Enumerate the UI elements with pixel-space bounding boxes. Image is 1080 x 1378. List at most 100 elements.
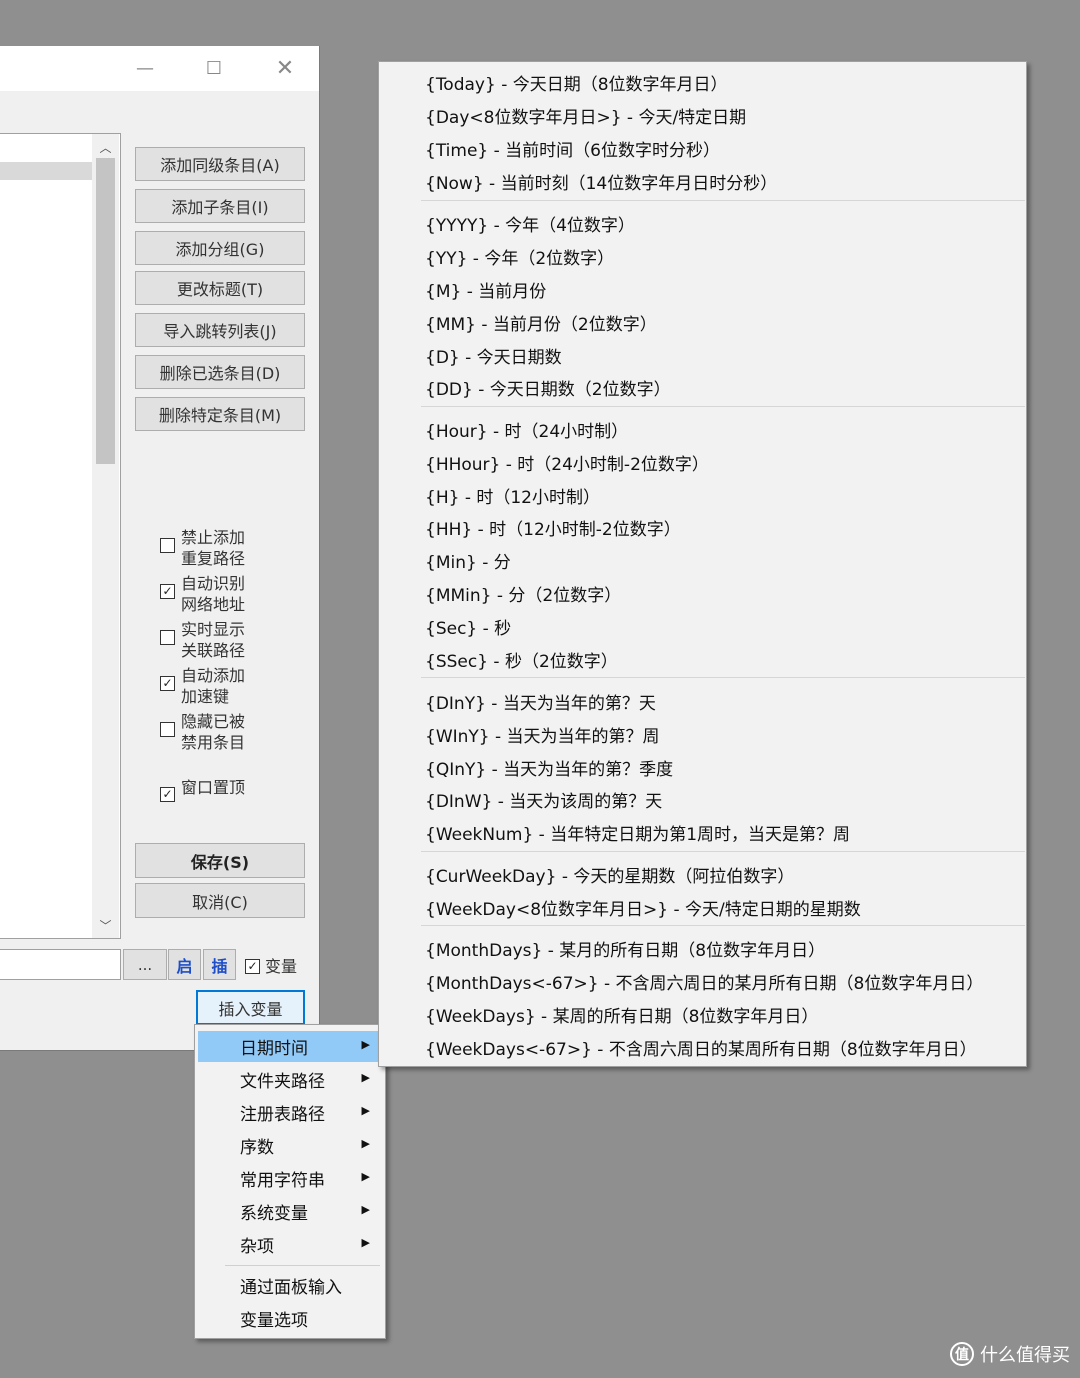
variable-label: 变量 [265, 957, 298, 976]
menu-item-label: 序数 [240, 1138, 274, 1158]
rename-button[interactable]: 更改标题(T) [135, 271, 305, 305]
close-button[interactable]: ✕ [262, 46, 308, 91]
submenu-item[interactable]: {MMin} - 分（2位数字） [425, 577, 621, 610]
menu-item-registry-path[interactable]: 注册表路径 ▶ [198, 1097, 382, 1128]
menu-item-label: 系统变量 [240, 1204, 308, 1224]
add-sibling-button[interactable]: 添加同级条目(A) [135, 147, 305, 181]
submenu-item[interactable]: {Day<8位数字年月日>} - 今天/特定日期 [425, 99, 746, 132]
scroll-thumb[interactable] [96, 158, 115, 464]
option-show-linked-path[interactable]: 实时显示关联路径 [160, 619, 255, 661]
variable-option[interactable]: ✓ 变量 [245, 956, 297, 977]
menu-separator [421, 200, 1025, 201]
checkbox[interactable]: ✓ [160, 787, 175, 802]
menu-item-datetime[interactable]: 日期时间 ▶ [198, 1031, 382, 1062]
maximize-button[interactable]: ☐ [191, 46, 237, 91]
watermark-logo-icon: 值 [950, 1342, 974, 1366]
checkbox[interactable]: ✓ [245, 959, 260, 974]
menu-separator [421, 925, 1025, 926]
insert-variable-button[interactable]: 插入变量 [196, 990, 305, 1025]
submenu-item[interactable]: {Now} - 当前时刻（14位数字年月日时分秒） [425, 165, 777, 198]
submenu-item[interactable]: {HHour} - 时（24小时制-2位数字） [425, 446, 709, 479]
checkbox[interactable] [160, 722, 175, 737]
option-always-on-top[interactable]: ✓ 窗口置顶 [160, 776, 245, 802]
menu-item-label: 变量选项 [240, 1311, 308, 1331]
submenu-item[interactable]: {DD} - 今天日期数（2位数字） [425, 371, 671, 404]
menu-separator [225, 1265, 380, 1266]
checkbox[interactable]: ✓ [160, 676, 175, 691]
add-child-button[interactable]: 添加子条目(I) [135, 189, 305, 223]
delete-specific-button[interactable]: 删除特定条目(M) [135, 397, 305, 431]
menu-item-common-strings[interactable]: 常用字符串 ▶ [198, 1163, 382, 1194]
triangle-right-icon: ▶ [361, 1104, 370, 1117]
option-no-duplicate[interactable]: 禁止添加重复路径 [160, 527, 255, 569]
submenu-item[interactable]: {Min} - 分 [425, 544, 511, 577]
checkmark-icon: ✓ [162, 787, 173, 801]
checkmark-icon: ✓ [247, 959, 258, 973]
list-item-selected[interactable] [0, 162, 92, 180]
menu-separator [421, 406, 1025, 407]
menu-item-ordinal[interactable]: 序数 ▶ [198, 1130, 382, 1161]
checkbox[interactable] [160, 630, 175, 645]
submenu-item[interactable]: {MonthDays} - 某月的所有日期（8位数字年月日） [425, 932, 825, 965]
submenu-item[interactable]: {H} - 时（12小时制） [425, 479, 600, 512]
checkbox[interactable] [160, 538, 175, 553]
triangle-right-icon: ▶ [361, 1137, 370, 1150]
add-group-button[interactable]: 添加分组(G) [135, 231, 305, 265]
submenu-item[interactable]: {DInY} - 当天为当年的第？天 [425, 685, 656, 718]
submenu-item[interactable]: {M} - 当前月份 [425, 273, 546, 306]
submenu-item[interactable]: {Sec} - 秒 [425, 610, 511, 643]
submenu-item[interactable]: {WeekDays} - 某周的所有日期（8位数字年月日） [425, 998, 818, 1031]
menu-item-system-variables[interactable]: 系统变量 ▶ [198, 1196, 382, 1227]
submenu-item[interactable]: {HH} - 时（12小时制-2位数字） [425, 511, 681, 544]
submenu-item[interactable]: {WInY} - 当天为当年的第？周 [425, 718, 660, 751]
delete-selected-button[interactable]: 删除已选条目(D) [135, 355, 305, 389]
menu-item-label: 常用字符串 [240, 1171, 325, 1191]
insert-button[interactable]: 插 [203, 949, 236, 980]
maximize-icon: ☐ [205, 58, 223, 79]
submenu-item[interactable]: {D} - 今天日期数 [425, 339, 562, 372]
option-auto-accelerator[interactable]: ✓ 自动添加加速键 [160, 665, 255, 707]
checkbox[interactable]: ✓ [160, 584, 175, 599]
save-button[interactable]: 保存(S) [135, 843, 305, 878]
submenu-item[interactable]: {MonthDays<-67>} - 不含周六周日的某月所有日期（8位数字年月日… [425, 965, 983, 998]
submenu-item[interactable]: {DInW} - 当天为该周的第？天 [425, 783, 662, 816]
submenu-item[interactable]: {SSec} - 秒（2位数字） [425, 643, 618, 676]
option-auto-detect-url[interactable]: ✓ 自动识别网络地址 [160, 573, 255, 615]
submenu-item[interactable]: {CurWeekDay} - 今天的星期数（阿拉伯数字） [425, 858, 794, 891]
submenu-item[interactable]: {WeekDays<-67>} - 不含周六周日的某周所有日期（8位数字年月日） [425, 1031, 977, 1064]
launch-button[interactable]: 启 [168, 949, 201, 980]
entry-list[interactable]: ︿ ﹀ [0, 133, 121, 939]
datetime-submenu: {Today} - 今天日期（8位数字年月日） {Day<8位数字年月日>} -… [378, 61, 1027, 1067]
submenu-item[interactable]: {Hour} - 时（24小时制） [425, 413, 628, 446]
menu-item-variable-options[interactable]: 变量选项 [198, 1303, 382, 1334]
option-label: 禁止添加重复路径 [181, 528, 246, 568]
checkmark-icon: ✓ [162, 584, 173, 598]
menu-item-folder-path[interactable]: 文件夹路径 ▶ [198, 1064, 382, 1095]
option-hide-disabled[interactable]: 隐藏已被禁用条目 [160, 711, 255, 753]
triangle-right-icon: ▶ [361, 1170, 370, 1183]
menu-item-label: 日期时间 [240, 1039, 308, 1059]
submenu-item[interactable]: {WeekDay<8位数字年月日>} - 今天/特定日期的星期数 [425, 891, 861, 924]
scroll-up-icon[interactable]: ︿ [92, 136, 119, 158]
menu-item-misc[interactable]: 杂项 ▶ [198, 1229, 382, 1260]
minimize-button[interactable]: — [122, 46, 168, 91]
submenu-item[interactable]: {QInY} - 当天为当年的第？季度 [425, 751, 673, 784]
submenu-item[interactable]: {MM} - 当前月份（2位数字） [425, 306, 657, 339]
title-bar: — ☐ ✕ [0, 46, 319, 91]
import-jump-list-button[interactable]: 导入跳转列表(J) [135, 313, 305, 347]
submenu-item[interactable]: {YYYY} - 今年（4位数字） [425, 207, 635, 240]
option-label: 实时显示关联路径 [181, 620, 246, 660]
submenu-item[interactable]: {Today} - 今天日期（8位数字年月日） [425, 66, 728, 99]
scroll-down-icon[interactable]: ﹀ [92, 914, 119, 936]
path-input[interactable] [0, 949, 121, 980]
browse-button[interactable]: ... [123, 949, 167, 980]
submenu-item[interactable]: {YY} - 今年（2位数字） [425, 240, 614, 273]
vertical-scrollbar[interactable]: ︿ ﹀ [92, 134, 119, 938]
submenu-item[interactable]: {Time} - 当前时间（6位数字时分秒） [425, 132, 720, 165]
menu-item-panel-input[interactable]: 通过面板输入 [198, 1270, 382, 1301]
submenu-item[interactable]: {WeekNum} - 当年特定日期为第1周时，当天是第？周 [425, 816, 850, 849]
menu-item-label: 注册表路径 [240, 1105, 325, 1125]
insert-variable-menu: 日期时间 ▶ 文件夹路径 ▶ 注册表路径 ▶ 序数 ▶ 常用字符串 ▶ 系统变量… [194, 1024, 386, 1339]
cancel-button[interactable]: 取消(C) [135, 883, 305, 918]
dialog-window: — ☐ ✕ ︿ ﹀ 添加同级条目(A) 添加子条目(I) 添加分组(G) 更改标… [0, 46, 320, 1051]
